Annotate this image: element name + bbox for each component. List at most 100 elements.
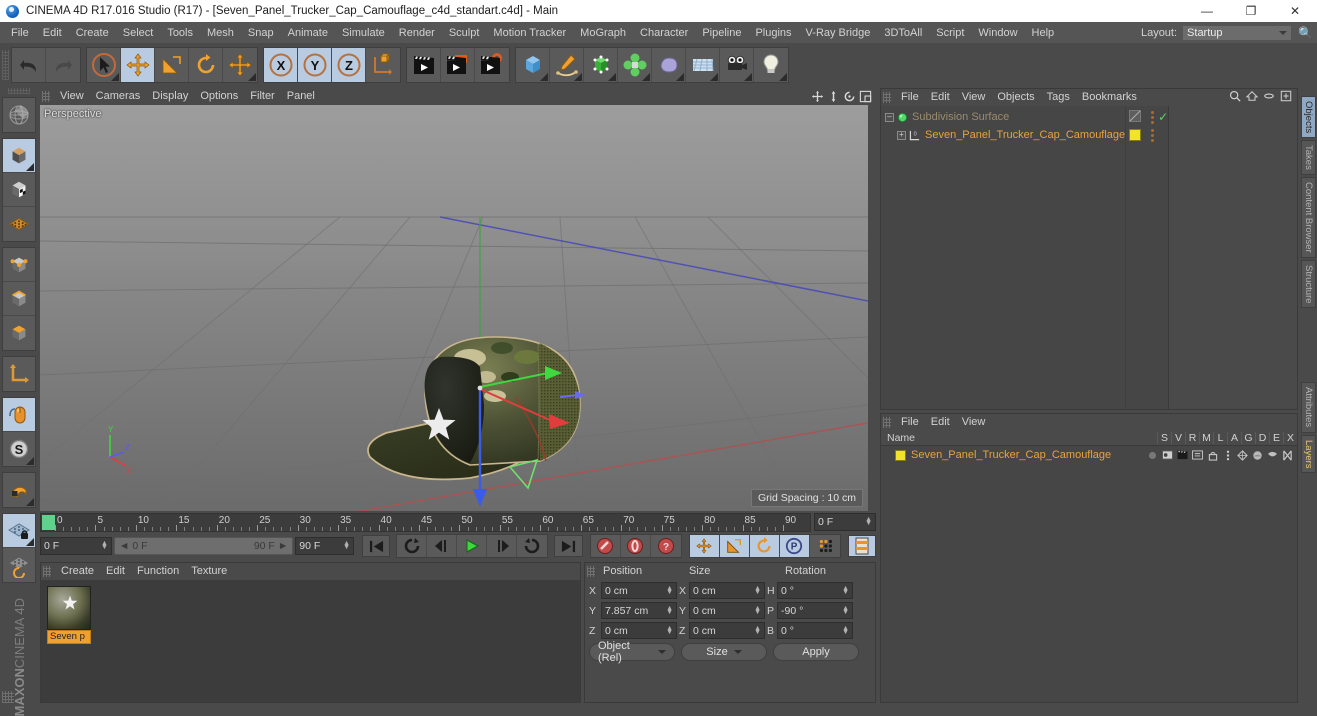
close-button[interactable]: ✕ — [1273, 0, 1317, 22]
generator-icon[interactable] — [1236, 449, 1249, 462]
expander-icon[interactable]: + — [897, 130, 906, 140]
coordinate-mode-dropdown[interactable]: Object (Rel) — [589, 640, 675, 664]
toolbar-grip[interactable] — [2, 50, 9, 80]
viewport-menu-cameras[interactable]: Cameras — [90, 88, 147, 105]
current-frame-field[interactable]: 0 F ▲ ▼ — [814, 513, 876, 531]
tab-content-browser[interactable]: Content Browser — [1301, 177, 1316, 258]
menu-item-snap[interactable]: Snap — [241, 22, 281, 44]
object-menu-tags[interactable]: Tags — [1041, 89, 1076, 106]
scale-icon[interactable] — [155, 48, 189, 82]
column-v[interactable]: V — [1171, 432, 1185, 444]
tab-objects[interactable]: Objects — [1301, 96, 1316, 139]
object-menu-file[interactable]: File — [895, 89, 925, 106]
redo-icon[interactable] — [46, 48, 80, 82]
dolly-view-icon[interactable] — [827, 90, 840, 103]
expander-icon[interactable]: – — [885, 112, 894, 122]
menu-item-3dtoall[interactable]: 3DToAll — [877, 22, 929, 44]
end-frame-field[interactable]: 90 F ▲ ▼ — [295, 537, 355, 555]
point-level-animation-icon[interactable] — [809, 535, 840, 557]
object-row-cap[interactable]: + 0 Seven_Panel_Trucker_Cap_Camouflage — [881, 126, 1125, 144]
left-toolbar-grip[interactable] — [8, 88, 30, 94]
minimize-button[interactable]: — — [1185, 0, 1229, 22]
material-tag-swatch[interactable] — [1129, 129, 1142, 141]
play-reverse-loop-icon[interactable] — [397, 535, 428, 557]
autokey-icon[interactable] — [620, 535, 651, 557]
tab-structure[interactable]: Structure — [1301, 259, 1316, 309]
render-toggle-icon[interactable] — [1129, 109, 1142, 125]
viewport-grip[interactable] — [42, 91, 50, 102]
expand-tree-icon[interactable] — [1280, 90, 1292, 105]
size-x-input[interactable]: 0 cm ▲ ▼ — [689, 582, 765, 599]
keyframe-selection-icon[interactable]: ? — [650, 535, 681, 557]
xref-icon[interactable] — [1281, 449, 1294, 462]
object-manager-grip[interactable] — [883, 92, 891, 103]
column-x[interactable]: X — [1283, 432, 1297, 444]
deformer-icon[interactable] — [652, 48, 686, 82]
layer-manager-grip[interactable] — [883, 417, 891, 428]
range-left-arrow-icon[interactable]: ◄ — [119, 540, 129, 552]
menu-item-window[interactable]: Window — [971, 22, 1024, 44]
make-editable-icon[interactable] — [3, 98, 35, 132]
layout-dropdown[interactable]: Startup — [1182, 24, 1293, 41]
menu-item-mograph[interactable]: MoGraph — [573, 22, 633, 44]
apply-button[interactable]: Apply — [773, 643, 859, 661]
size-y-input[interactable]: 0 cm ▲ ▼ — [689, 602, 765, 619]
loop-icon[interactable] — [517, 535, 548, 557]
material-thumbnail[interactable] — [47, 586, 91, 630]
maximize-view-icon[interactable] — [859, 90, 872, 103]
object-menu-bookmarks[interactable]: Bookmarks — [1076, 89, 1143, 106]
menu-item-create[interactable]: Create — [69, 22, 116, 44]
size-mode-dropdown[interactable]: Size — [681, 643, 767, 661]
render-view-icon[interactable] — [407, 48, 441, 82]
menu-item-mesh[interactable]: Mesh — [200, 22, 241, 44]
axis-modify-icon[interactable] — [3, 357, 35, 391]
view-icon[interactable] — [1161, 449, 1174, 462]
column-s[interactable]: S — [1157, 432, 1171, 444]
spinner-icon[interactable]: ▲ ▼ — [754, 585, 761, 596]
position-y-input[interactable]: 7.857 cm ▲ ▼ — [601, 602, 677, 619]
undo-icon[interactable] — [12, 48, 46, 82]
solo-dot-icon[interactable] — [1146, 449, 1159, 462]
menu-item-script[interactable]: Script — [929, 22, 971, 44]
layer-color-swatch[interactable] — [895, 449, 906, 461]
object-row-subdivision-surface[interactable]: – Subdivision Surface — [881, 108, 1125, 126]
layer-row[interactable]: Seven_Panel_Trucker_Cap_Camouflage — [881, 446, 1297, 464]
rotation-p-input[interactable]: -90 ° ▲ ▼ — [777, 602, 853, 619]
render-picture-viewer-icon[interactable] — [441, 48, 475, 82]
menu-item-animate[interactable]: Animate — [281, 22, 335, 44]
menu-item-select[interactable]: Select — [116, 22, 161, 44]
material-menu-function[interactable]: Function — [131, 563, 185, 580]
object-tree[interactable]: – Subdivision Surface + 0 Seven_Panel_Tr… — [881, 106, 1297, 409]
column-m[interactable]: M — [1199, 432, 1213, 444]
search-icon[interactable]: 🔍 — [1298, 26, 1313, 40]
material-manager-grip[interactable] — [43, 566, 51, 577]
light-icon[interactable] — [754, 48, 788, 82]
world-coordinate-icon[interactable] — [366, 48, 400, 82]
render-icon[interactable] — [1176, 449, 1189, 462]
coordinates-grip[interactable] — [587, 566, 595, 577]
move-icon[interactable] — [121, 48, 155, 82]
enable-snap-icon[interactable]: S — [3, 432, 35, 466]
rotation-h-input[interactable]: 0 ° ▲ ▼ — [777, 582, 853, 599]
material-menu-texture[interactable]: Texture — [185, 563, 233, 580]
status-grip[interactable] — [2, 691, 14, 703]
layer-list[interactable]: Name S V R M L A G D E X Seven_Panel_Tru… — [881, 431, 1297, 702]
go-to-start-icon[interactable] — [362, 535, 391, 557]
timeline-current-marker[interactable] — [42, 515, 55, 530]
timeline-ruler[interactable]: 0 5 10 15 20 25 30 35 40 45 50 55 60 65 70 75 80 85 90 — [40, 513, 811, 532]
tag-dots-icon[interactable] — [1151, 110, 1155, 124]
column-d[interactable]: D — [1255, 432, 1269, 444]
column-l[interactable]: L — [1213, 432, 1227, 444]
column-e[interactable]: E — [1269, 432, 1283, 444]
rotate-icon[interactable] — [189, 48, 223, 82]
spinner-icon[interactable]: ▲ ▼ — [666, 605, 673, 616]
material-list[interactable]: Seven p — [41, 580, 580, 702]
position-z-input[interactable]: 0 cm ▲ ▼ — [601, 622, 677, 639]
move-alt-icon[interactable] — [223, 48, 257, 82]
viewport-menu-filter[interactable]: Filter — [244, 88, 280, 105]
material-menu-edit[interactable]: Edit — [100, 563, 131, 580]
menu-item-motion-tracker[interactable]: Motion Tracker — [486, 22, 573, 44]
array-modeling-icon[interactable] — [618, 48, 652, 82]
deformer-icon[interactable] — [1251, 449, 1264, 462]
tab-attributes[interactable]: Attributes — [1301, 382, 1316, 433]
